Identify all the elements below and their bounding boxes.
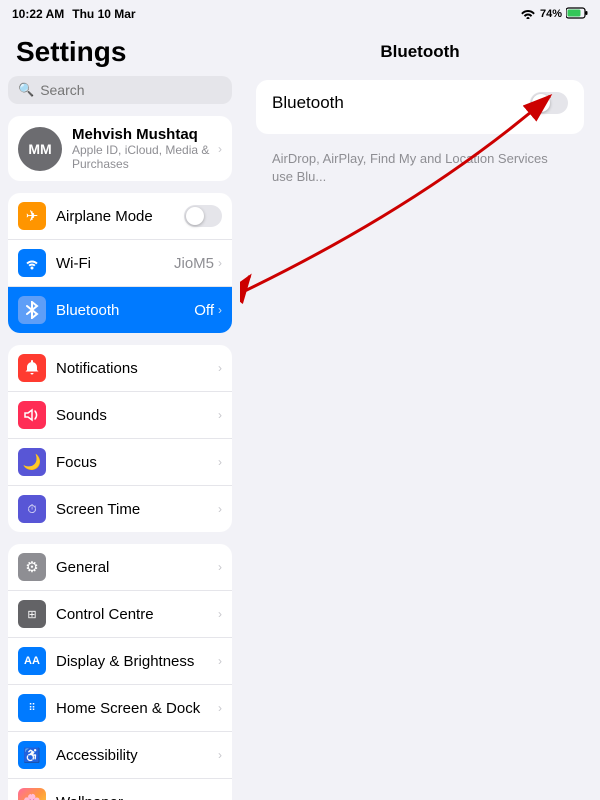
search-icon: 🔍 [18,82,34,98]
airplane-label: Airplane Mode [56,208,184,225]
displaybrightness-chevron: › [218,654,222,668]
bluetooth-row-label: Bluetooth [272,93,530,113]
sounds-chevron: › [218,408,222,422]
wifi-label: Wi-Fi [56,255,174,272]
search-input[interactable] [40,82,222,98]
notifications-icon [18,354,46,382]
chevron-right-icon: › [218,142,222,156]
sidebar-item-homescreen[interactable]: ⠿ Home Screen & Dock › [8,685,232,732]
right-panel: Bluetooth Bluetooth AirDrop, AirPlay, Fi… [240,28,600,800]
focus-icon: 🌙 [18,448,46,476]
bluetooth-value: Off [194,302,214,319]
sidebar-item-general[interactable]: ⚙ General › [8,544,232,591]
user-info: Mehvish Mushtaq Apple ID, iCloud, Media … [72,126,218,171]
screentime-icon: ⏱ [18,495,46,523]
wallpaper-label: Wallpaper [56,794,218,800]
connectivity-group: ✈ Airplane Mode Wi-Fi JioM5 › Bluetooth … [8,193,232,333]
sidebar-item-focus[interactable]: 🌙 Focus › [8,439,232,486]
homescreen-icon: ⠿ [18,694,46,722]
battery-icon [566,7,588,22]
date-display: Thu 10 Mar [72,7,135,21]
focus-chevron: › [218,455,222,469]
wifi-status-icon [520,7,536,22]
sidebar-item-bluetooth[interactable]: Bluetooth Off › [8,287,232,333]
displaybrightness-label: Display & Brightness [56,653,218,670]
controlcentre-label: Control Centre [56,606,218,623]
homescreen-chevron: › [218,701,222,715]
accessibility-chevron: › [218,748,222,762]
wallpaper-chevron: › [218,795,222,800]
bluetooth-toggle-group: Bluetooth [256,80,584,134]
controlcentre-icon: ⊞ [18,600,46,628]
battery-percent: 74% [540,8,562,20]
sidebar-item-airplane[interactable]: ✈ Airplane Mode [8,193,232,240]
sounds-label: Sounds [56,407,218,424]
notifications-group: Notifications › Sounds › 🌙 Focus › ⏱ Scr… [8,345,232,532]
controlcentre-chevron: › [218,607,222,621]
bluetooth-chevron: › [218,303,222,317]
airplane-icon: ✈ [18,202,46,230]
focus-label: Focus [56,454,218,471]
time-display: 10:22 AM [12,7,64,21]
sidebar-title: Settings [8,28,232,76]
general-chevron: › [218,560,222,574]
panel-content: Bluetooth AirDrop, AirPlay, Find My and … [240,72,600,800]
sounds-icon [18,401,46,429]
general-group: ⚙ General › ⊞ Control Centre › AA Displa… [8,544,232,800]
search-bar[interactable]: 🔍 [8,76,232,104]
user-name: Mehvish Mushtaq [72,126,218,143]
airplane-toggle[interactable] [184,205,222,227]
notifications-chevron: › [218,361,222,375]
wifi-icon [18,249,46,277]
sidebar: Settings 🔍 MM Mehvish Mushtaq Apple ID, … [0,28,240,800]
wallpaper-icon: 🌸 [18,788,46,800]
general-label: General [56,559,218,576]
bluetooth-label: Bluetooth [56,302,194,319]
notifications-label: Notifications [56,360,218,377]
accessibility-label: Accessibility [56,747,218,764]
sidebar-item-accessibility[interactable]: ♿ Accessibility › [8,732,232,779]
bluetooth-icon [18,296,46,324]
sidebar-item-displaybrightness[interactable]: AA Display & Brightness › [8,638,232,685]
status-bar: 10:22 AM Thu 10 Mar 74% [0,0,600,28]
avatar: MM [18,127,62,171]
general-icon: ⚙ [18,553,46,581]
accessibility-icon: ♿ [18,741,46,769]
wifi-value: JioM5 [174,255,214,272]
sidebar-item-screentime[interactable]: ⏱ Screen Time › [8,486,232,532]
sidebar-item-controlcentre[interactable]: ⊞ Control Centre › [8,591,232,638]
screentime-chevron: › [218,502,222,516]
screentime-label: Screen Time [56,501,218,518]
bluetooth-description: AirDrop, AirPlay, Find My and Location S… [256,146,584,198]
sidebar-item-notifications[interactable]: Notifications › [8,345,232,392]
displaybrightness-icon: AA [18,647,46,675]
homescreen-label: Home Screen & Dock [56,700,218,717]
panel-title: Bluetooth [240,28,600,72]
user-subtitle: Apple ID, iCloud, Media & Purchases [72,143,218,171]
bluetooth-main-toggle[interactable] [530,92,568,114]
wifi-chevron: › [218,256,222,270]
user-profile[interactable]: MM Mehvish Mushtaq Apple ID, iCloud, Med… [8,116,232,181]
sidebar-item-sounds[interactable]: Sounds › [8,392,232,439]
sidebar-item-wifi[interactable]: Wi-Fi JioM5 › [8,240,232,287]
main-layout: Settings 🔍 MM Mehvish Mushtaq Apple ID, … [0,28,600,800]
sidebar-item-wallpaper[interactable]: 🌸 Wallpaper › [8,779,232,800]
status-right: 74% [520,7,588,22]
bluetooth-toggle-row: Bluetooth [256,80,584,126]
